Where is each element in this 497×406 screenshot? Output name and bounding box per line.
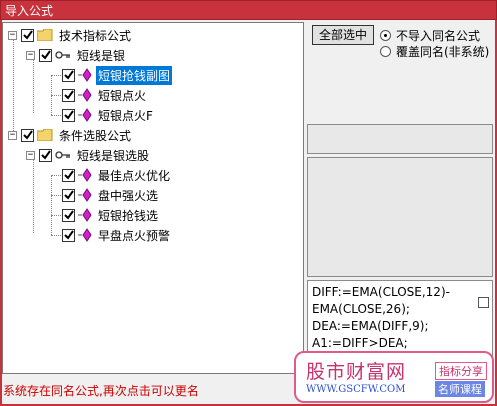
folder-icon xyxy=(37,29,53,41)
item-checkbox[interactable] xyxy=(62,188,75,202)
watermark-logo: 股市财富网 WWW.GSCFW.COM 指标分享 名师课程 xyxy=(294,351,494,403)
code-option-checkbox[interactable] xyxy=(478,297,489,308)
collapse-toggle-icon[interactable]: − xyxy=(8,130,17,140)
code-line: DEA:=EMA(DIFF,9); xyxy=(312,319,429,333)
watermark-title: 股市财富网 xyxy=(306,361,407,383)
description-box xyxy=(307,157,493,277)
tree-leaf-item[interactable]: 最佳点火优化 xyxy=(62,165,172,185)
tree-formula-label: 短线是银 xyxy=(77,48,126,63)
tree-item-label: 盘中强火选 xyxy=(98,188,159,203)
folder-icon xyxy=(37,129,53,141)
tree-line xyxy=(33,155,34,233)
tree-group-selection[interactable]: − 条件选股公式 xyxy=(8,125,133,145)
group-checkbox[interactable] xyxy=(21,128,34,142)
watermark-tag: 指标分享 xyxy=(435,362,487,380)
tree-group-label: 技术指标公式 xyxy=(59,28,132,43)
tree-item-label: 短银抢钱副图 xyxy=(96,65,173,85)
code-line: EMA(CLOSE,26); xyxy=(312,302,410,316)
group-checkbox[interactable] xyxy=(21,28,34,42)
option-overwrite-same[interactable]: 覆盖同名(非系统) xyxy=(380,43,489,59)
info-box xyxy=(307,124,493,154)
formula-leaf-icon xyxy=(78,108,92,122)
item-checkbox[interactable] xyxy=(62,168,75,182)
watermark-tag: 名师课程 xyxy=(435,381,485,397)
tree-leaf-item[interactable]: 短银抢钱副图 xyxy=(62,65,173,85)
item-checkbox[interactable] xyxy=(62,228,75,242)
tree-line xyxy=(51,175,52,235)
tree-leaf-item[interactable]: 短银点火 xyxy=(62,85,148,105)
option-label: 不导入同名公式 xyxy=(396,28,481,43)
tree-item-label: 最佳点火优化 xyxy=(98,168,171,183)
tree-line xyxy=(13,35,14,133)
tree-leaf-item[interactable]: 盘中强火选 xyxy=(62,185,160,205)
collapse-toggle-icon[interactable]: − xyxy=(26,50,35,60)
option-label: 覆盖同名(非系统) xyxy=(396,44,490,59)
formula-tree[interactable]: − 技术指标公式 − 短线是银 短银抢钱副图 短银点火 短银点火F − 条件选股… xyxy=(2,22,304,374)
radio-button[interactable] xyxy=(380,45,391,57)
formula-leaf-icon xyxy=(78,68,92,82)
item-checkbox[interactable] xyxy=(62,68,75,82)
item-checkbox[interactable] xyxy=(62,108,75,122)
tree-item-label: 短银点火F xyxy=(98,108,153,123)
radio-button[interactable] xyxy=(380,29,391,41)
collapse-toggle-icon[interactable]: − xyxy=(8,30,17,40)
tree-group-label: 条件选股公式 xyxy=(59,128,132,143)
formula-leaf-icon xyxy=(78,168,92,182)
key-icon xyxy=(55,51,70,59)
code-line: A1:=DIFF>DEA; xyxy=(312,336,408,350)
item-checkbox[interactable] xyxy=(62,88,75,102)
formula-checkbox[interactable] xyxy=(39,48,52,62)
formula-leaf-icon xyxy=(78,208,92,222)
key-icon xyxy=(55,151,70,159)
collapse-toggle-icon[interactable]: − xyxy=(26,150,35,160)
formula-leaf-icon xyxy=(78,88,92,102)
tree-item-label: 短银点火 xyxy=(98,88,147,103)
tree-leaf-item[interactable]: 短银点火F xyxy=(62,105,155,125)
formula-leaf-icon xyxy=(78,188,92,202)
watermark-url: WWW.GSCFW.COM xyxy=(306,384,406,395)
select-all-button[interactable]: 全部选中 xyxy=(312,25,374,45)
option-no-import-same[interactable]: 不导入同名公式 xyxy=(380,27,480,43)
tree-formula-node[interactable]: − 短线是银选股 xyxy=(26,145,151,165)
tree-formula-label: 短线是银选股 xyxy=(77,148,150,163)
tree-leaf-item[interactable]: 早盘点火预警 xyxy=(62,225,172,245)
tree-leaf-item[interactable]: 短银抢钱选 xyxy=(62,205,160,225)
formula-leaf-icon xyxy=(78,228,92,242)
code-line: DIFF:=EMA(CLOSE,12)- xyxy=(312,285,450,299)
tree-item-label: 早盘点火预警 xyxy=(98,228,171,243)
item-checkbox[interactable] xyxy=(62,208,75,222)
tree-formula-node[interactable]: − 短线是银 xyxy=(26,45,127,65)
window-title: 导入公式 xyxy=(0,0,497,20)
tree-group-indicators[interactable]: − 技术指标公式 xyxy=(8,25,133,45)
formula-checkbox[interactable] xyxy=(39,148,52,162)
status-message: 系统存在同名公式,再次点击可以更名 xyxy=(3,384,199,398)
tree-item-label: 短银抢钱选 xyxy=(98,208,159,223)
